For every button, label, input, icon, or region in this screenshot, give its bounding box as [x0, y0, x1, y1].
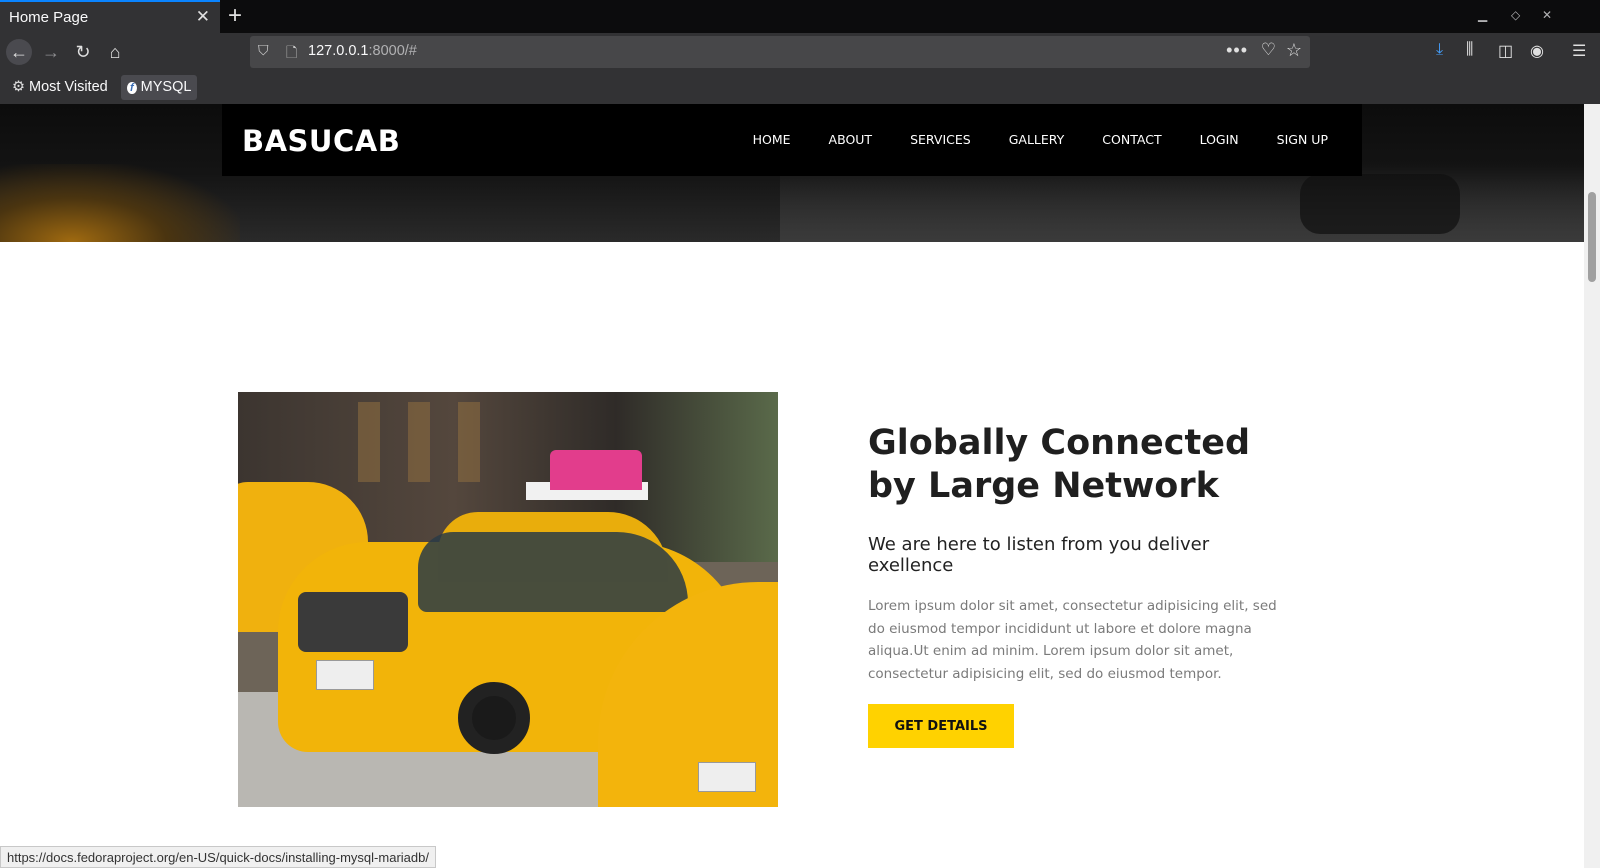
tab-close-icon[interactable]: ✕ — [196, 7, 210, 27]
nav-home[interactable]: HOME — [753, 132, 791, 147]
page-info-icon[interactable]: 🗋 — [286, 42, 297, 66]
downloads-icon[interactable]: ⤓ — [1436, 41, 1443, 59]
photo-license-plate — [698, 762, 756, 792]
sidebar-icon[interactable]: ◫ — [1498, 41, 1513, 61]
bookmark-label: Most Visited — [29, 79, 108, 95]
window-close-icon[interactable]: ✕ — [1542, 8, 1552, 22]
site-logo[interactable]: BASUCAB — [242, 124, 400, 158]
bookmark-star-icon[interactable]: ☆ — [1286, 40, 1302, 61]
library-icon[interactable]: ⫼ — [1466, 41, 1473, 59]
photo-window — [408, 402, 430, 482]
bookmark-mysql[interactable]: f MYSQL — [121, 75, 198, 100]
photo-window — [458, 402, 480, 482]
fedora-icon: f — [127, 82, 137, 94]
pocket-icon[interactable]: ♡ — [1261, 40, 1276, 60]
menu-icon[interactable]: ☰ — [1572, 41, 1586, 61]
bookmark-most-visited[interactable]: ⚙ Most Visited — [6, 75, 114, 100]
photo-license-plate — [316, 660, 374, 690]
hero-image-pedestrians — [1300, 174, 1460, 234]
photo-taxi-grille — [298, 592, 408, 652]
shield-icon[interactable]: ⛉ — [258, 42, 269, 59]
bookmarks-toolbar: ⚙ Most Visited f MYSQL — [0, 71, 1600, 104]
url-bar[interactable]: ⛉ 🗋 127.0.0.1:8000/# ••• ♡ ☆ — [250, 36, 1310, 68]
hero-image-taxi — [0, 164, 240, 242]
home-button[interactable]: ⌂ — [102, 39, 128, 65]
photo-taxi-windshield — [418, 532, 688, 612]
photo-wheel — [458, 682, 530, 754]
tab-title: Home Page — [9, 9, 89, 26]
back-button[interactable]: ← — [6, 39, 32, 65]
section-subheading: We are here to listen from you deliver e… — [868, 534, 1210, 576]
account-icon[interactable]: ◉ — [1530, 41, 1544, 61]
nav-login[interactable]: LOGIN — [1200, 132, 1239, 147]
get-details-button[interactable]: GET DETAILS — [868, 704, 1014, 748]
url-host: 127.0.0.1 — [308, 43, 369, 59]
minimize-icon[interactable]: ▁ — [1478, 8, 1487, 22]
photo-roof-sign — [550, 450, 642, 490]
gear-icon: ⚙ — [12, 79, 25, 95]
section-paragraph: Lorem ipsum dolor sit amet, consectetur … — [868, 598, 1277, 682]
nav-sign-up[interactable]: SIGN UP — [1277, 132, 1328, 147]
tab-home-page[interactable]: Home Page ✕ — [0, 0, 220, 33]
nav-about[interactable]: ABOUT — [829, 132, 873, 147]
nav-contact[interactable]: CONTACT — [1102, 132, 1161, 147]
new-tab-button[interactable]: + — [228, 2, 242, 30]
scrollbar-thumb[interactable] — [1588, 192, 1596, 282]
page-actions-icon[interactable]: ••• — [1226, 40, 1248, 61]
url-path: :8000/# — [368, 43, 417, 59]
tab-strip: Home Page ✕ + ▁ ◇ ✕ — [0, 0, 1600, 33]
maximize-icon[interactable]: ◇ — [1511, 8, 1520, 22]
nav-services[interactable]: SERVICES — [910, 132, 971, 147]
link-status-bar: https://docs.fedoraproject.org/en-US/qui… — [0, 846, 436, 868]
reload-button[interactable]: ↻ — [70, 39, 96, 65]
photo-window — [358, 402, 380, 482]
url-text[interactable]: 127.0.0.1:8000/# — [308, 43, 417, 59]
main-nav: HOME ABOUT SERVICES GALLERY CONTACT LOGI… — [715, 132, 1328, 147]
navigation-toolbar: ← → ↻ ⌂ ⛉ 🗋 127.0.0.1:8000/# ••• ♡ ☆ ⤓ ⫼… — [0, 33, 1600, 71]
bookmark-label: MYSQL — [140, 79, 192, 95]
taxi-photo — [238, 392, 778, 807]
nav-gallery[interactable]: GALLERY — [1009, 132, 1065, 147]
page-scrollbar[interactable] — [1584, 104, 1600, 868]
site-header: BASUCAB HOME ABOUT SERVICES GALLERY CONT… — [222, 104, 1362, 176]
forward-button[interactable]: → — [38, 39, 64, 65]
section-headline: Globally Connected by Large Network — [868, 423, 1251, 506]
page-viewport: BASUCAB HOME ABOUT SERVICES GALLERY CONT… — [0, 104, 1584, 868]
